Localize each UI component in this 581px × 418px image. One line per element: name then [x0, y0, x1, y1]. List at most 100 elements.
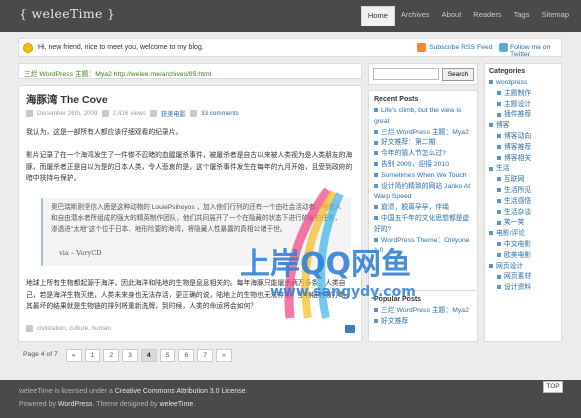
- category-subitem[interactable]: 生活杂谈: [489, 208, 557, 219]
- category-subitem[interactable]: 博客动向: [489, 132, 557, 143]
- page-6[interactable]: 6: [178, 349, 195, 362]
- post-category[interactable]: 获美电影: [161, 109, 186, 118]
- bullet-icon: [497, 177, 501, 182]
- nav-about[interactable]: About: [436, 6, 468, 26]
- footer-text: . Theme designed by: [92, 401, 160, 408]
- twitter-icon[interactable]: [499, 43, 508, 52]
- bullet-icon: [489, 263, 493, 268]
- post-comments[interactable]: 33 comments: [201, 110, 239, 117]
- license-link[interactable]: Creative Commons Attribution 3.0 License: [115, 388, 246, 395]
- search-button[interactable]: Search: [442, 68, 474, 81]
- bullet-icon: [497, 134, 501, 139]
- category-subitem[interactable]: 欧美电影: [489, 251, 557, 262]
- recent-post-item[interactable]: Life's climb, but the view is great: [374, 106, 472, 128]
- post-title[interactable]: 海豚湾 The Cove: [26, 92, 108, 107]
- category-label: 插件推荐: [504, 111, 532, 119]
- category-label: 主题设计: [504, 100, 532, 108]
- search-input[interactable]: [373, 68, 439, 80]
- category-subitem[interactable]: 中文电影: [489, 240, 557, 251]
- category-label: 博客动向: [504, 132, 532, 140]
- bullet-icon: [489, 166, 493, 171]
- categories-title: Categories: [489, 68, 526, 75]
- nav-archives[interactable]: Archives: [395, 6, 436, 26]
- recent-post-item[interactable]: 好文推荐：第二期: [374, 138, 472, 149]
- bullet-icon: [489, 80, 493, 85]
- recent-post-item[interactable]: 今年的猜人节怎么过?: [374, 149, 472, 160]
- category-label: 生活所见: [504, 186, 532, 194]
- category-item[interactable]: 网页设计: [489, 262, 557, 273]
- post-tags: civilization, culture, human: [26, 325, 111, 332]
- bullet-icon: [497, 188, 501, 193]
- nav-readers[interactable]: Readers: [467, 6, 507, 26]
- post-paragraph-3: 地球上所有生物都起源于海洋，因此海洋和陆地的生物是息息相关的。每年海豚只能屠杀两…: [26, 280, 353, 310]
- follow-twitter-link[interactable]: Follow me on Twitter: [510, 44, 561, 58]
- related-post-bar[interactable]: 三烂 WordPress 主题：Mya2 http://welee.me/arc…: [18, 63, 362, 79]
- recent-post-item[interactable]: 告别 2009，迎接 2010: [374, 160, 472, 171]
- category-item[interactable]: 生活: [489, 164, 557, 175]
- page-4-current: 4: [140, 349, 157, 362]
- nav-tags[interactable]: Tags: [508, 6, 536, 26]
- category-subitem[interactable]: 博客相关: [489, 154, 557, 165]
- popular-post-item[interactable]: 好文推荐: [374, 317, 472, 328]
- page-next[interactable]: »: [216, 349, 232, 362]
- category-subitem[interactable]: 设计资料: [489, 283, 557, 294]
- nav-home[interactable]: Home: [360, 6, 395, 26]
- page-1[interactable]: 1: [84, 349, 101, 362]
- bullet-icon: [497, 285, 501, 290]
- category-label: 设计资料: [504, 284, 532, 292]
- footer-text: .: [193, 401, 196, 408]
- recent-post-item[interactable]: 中国五千年的文化思想都是虚好的?: [374, 214, 472, 236]
- site-logo[interactable]: { weleeTime }: [19, 6, 115, 21]
- bullet-icon: [497, 252, 501, 257]
- category-subitem[interactable]: 主题制作: [489, 89, 557, 100]
- rss-icon[interactable]: [417, 43, 426, 52]
- category-subitem[interactable]: 生活感悟: [489, 197, 557, 208]
- recent-post-item[interactable]: 三烂 WordPress 主题：Mya2: [374, 128, 472, 139]
- read-more-arrow-icon[interactable]: [345, 325, 355, 333]
- category-label: 博客推荐: [504, 143, 532, 151]
- category-item[interactable]: 电影/评论: [489, 229, 557, 240]
- category-subitem[interactable]: 插件推荐: [489, 110, 557, 121]
- bullet-icon: [497, 155, 501, 160]
- page-3[interactable]: 3: [122, 349, 138, 362]
- category-subitem[interactable]: 主题设计: [489, 100, 557, 111]
- recent-post-item[interactable]: WordPress Theme：Onlyone 1.0: [374, 236, 472, 258]
- footer-text: is licensed under a: [52, 388, 115, 395]
- recent-posts-title: Recent Posts: [374, 96, 419, 103]
- category-subitem[interactable]: 生活所见: [489, 186, 557, 197]
- category-label: 博客相关: [504, 154, 532, 162]
- page-7[interactable]: 7: [197, 349, 214, 362]
- category-subitem[interactable]: 笑一笑: [489, 218, 557, 229]
- recent-post-item[interactable]: 设计简约精致的网站 Janko At Warp Speed: [374, 182, 472, 204]
- top-bar: { weleeTime } Home Archives About Reader…: [0, 0, 581, 32]
- back-to-top-button[interactable]: TOP: [543, 381, 563, 393]
- category-subitem[interactable]: 互联网: [489, 175, 557, 186]
- category-label: 生活感悟: [504, 197, 532, 205]
- categories-widget: Categories wordpress 主题制作 主题设计插件推荐博客 博客动向博客…: [484, 63, 562, 342]
- category-label: wordpress: [496, 79, 528, 86]
- subscribe-rss-link[interactable]: Subscribe RSS Feed: [429, 44, 492, 51]
- post-quote: 奥巴瑞斯则坚信入鹿是这种动物的 LouiePsihoyos ，加入他们行列的还有…: [41, 198, 351, 266]
- category-subitem[interactable]: 博客推荐: [489, 143, 557, 154]
- category-item[interactable]: 博客: [489, 121, 557, 132]
- post-paragraph-2: 影片记录了在一个海湾发生了一件惨不忍睹的血腥屠杀事件，被屠杀者是自古以来被人类视…: [26, 152, 353, 182]
- nav-sitemap[interactable]: Sitemap: [535, 6, 575, 26]
- post-article: 海豚湾 The Cove December 26th, 2009 2,416 v…: [18, 85, 362, 342]
- tag-icon: [26, 325, 33, 332]
- category-label: 笑一笑: [504, 219, 525, 227]
- page-prev[interactable]: «: [65, 349, 82, 362]
- page-5[interactable]: 5: [159, 349, 176, 362]
- wordpress-link[interactable]: WordPress: [58, 401, 93, 408]
- post-tags-list[interactable]: civilization, culture, human: [37, 325, 111, 332]
- bullet-icon: [497, 274, 501, 279]
- category-subitem[interactable]: 网页素材: [489, 272, 557, 283]
- page-2[interactable]: 2: [103, 349, 120, 362]
- post-paragraph-1: 我认为，这是一部所有人都应该仔细观看的纪录片。: [26, 129, 183, 136]
- popular-post-item[interactable]: 三烂 WordPress 主题：Mya2: [374, 306, 472, 317]
- author-link[interactable]: weleeTime: [160, 401, 194, 408]
- calendar-icon: [26, 110, 33, 117]
- category-item[interactable]: wordpress: [489, 78, 557, 89]
- page-label: Page 4 of 7: [23, 351, 58, 358]
- recent-post-item[interactable]: Sometimes When We Touch: [374, 171, 472, 182]
- recent-post-item[interactable]: 崩溃，脱离孕孕，伴绳: [374, 203, 472, 214]
